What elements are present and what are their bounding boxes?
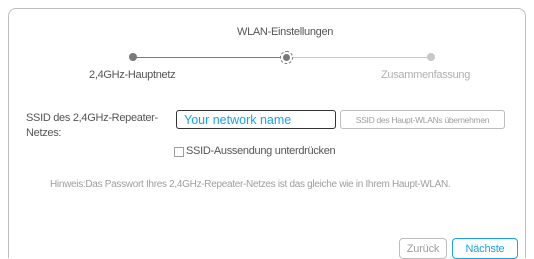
ssid-label: SSID des 2,4GHz-Repeater-Netzes: bbox=[26, 112, 158, 139]
stepper-track-completed bbox=[133, 57, 283, 58]
stepper-track-pending bbox=[291, 57, 431, 58]
step-label-summary: Zusammenfassung bbox=[381, 69, 471, 81]
step-current-dot bbox=[280, 51, 293, 64]
step-label-main-network: 2,4GHz-Hauptnetz bbox=[89, 69, 176, 81]
step-current-inner-dot bbox=[283, 54, 290, 61]
copy-main-ssid-button[interactable]: SSID des Haupt-WLANs übernehmen bbox=[340, 110, 505, 129]
stepper-title: WLAN-Einstellungen bbox=[237, 26, 334, 38]
hide-ssid-checkbox[interactable] bbox=[174, 147, 184, 157]
step-completed-dot bbox=[129, 53, 137, 61]
hint-text: Hinweis:Das Passwort Ihres 2,4GHz-Repeat… bbox=[50, 179, 451, 190]
back-button[interactable]: Zurück bbox=[399, 238, 447, 259]
ssid-input[interactable] bbox=[176, 110, 336, 129]
step-pending-dot bbox=[427, 53, 435, 61]
hide-ssid-label[interactable]: SSID-Aussendung unterdrücken bbox=[186, 144, 336, 159]
next-button[interactable]: Nächste bbox=[452, 238, 518, 259]
wizard-panel: WLAN-Einstellungen 2,4GHz-Hauptnetz Zusa… bbox=[8, 8, 526, 259]
